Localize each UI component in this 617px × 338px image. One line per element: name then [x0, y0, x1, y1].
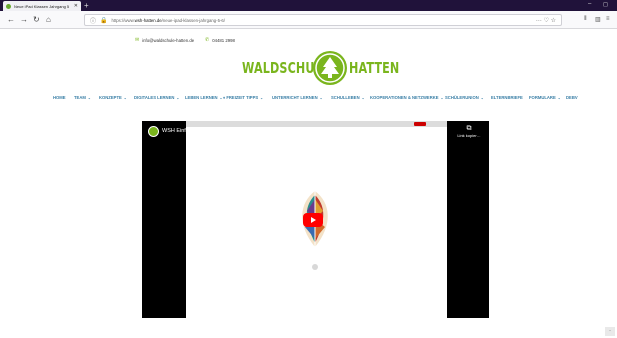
tree-emblem-icon — [313, 51, 347, 85]
email-text: info@waldschule-hatten.de — [142, 37, 195, 43]
menu-item-konzepte[interactable]: KONZEPTE ⌄ — [99, 95, 127, 100]
chevron-down-icon: ⌄ — [360, 96, 365, 100]
chevron-down-icon: ⌄ — [439, 96, 444, 100]
page-actions-icon[interactable]: ··· ♡ ☆ — [536, 17, 556, 24]
channel-avatar[interactable] — [148, 126, 159, 137]
menu-item-debv[interactable]: DEBV — [566, 95, 578, 100]
browser-tab[interactable]: Neue iPad Klassen Jahrgang 5 ✕ — [3, 1, 81, 11]
new-tab-button[interactable]: + — [84, 1, 89, 10]
pin-icon: ♦ — [223, 95, 226, 100]
logo-word-right: HATTEN — [349, 59, 400, 77]
phone-text: 04481 2998 — [212, 37, 235, 43]
phone-icon: ✆ — [205, 37, 210, 43]
tab-title: Neue iPad Klassen Jahrgang 5 — [14, 3, 70, 9]
chevron-down-icon: ⌄ — [175, 96, 180, 100]
contact-phone[interactable]: ✆ 04481 2998 — [205, 37, 235, 43]
scroll-to-top-button[interactable]: ⌃ — [605, 327, 615, 336]
chevron-down-icon: ⌄ — [318, 96, 323, 100]
menu-item-digitales-lernen[interactable]: DIGITALES LERNEN ⌄ — [134, 95, 179, 100]
site-favicon-icon — [6, 3, 11, 9]
reload-button[interactable]: ↻ — [33, 15, 40, 24]
video-thumbnail-header — [186, 121, 447, 127]
copy-link-button[interactable]: ⧉ Link kopier… — [452, 125, 486, 138]
page-info-icon[interactable]: ⓘ — [90, 16, 96, 25]
contact-email[interactable]: ✉ info@waldschule-hatten.de — [135, 37, 194, 43]
menu-item-schuelerunion[interactable]: SCHÜLERUNION ⌄ — [445, 95, 484, 100]
play-button[interactable] — [303, 213, 323, 227]
loading-spinner-icon — [312, 264, 318, 270]
lock-icon[interactable]: 🔒 — [100, 17, 107, 24]
url-text: https://www.wsh-hatten.de/neue-ipad-klas… — [111, 17, 225, 23]
library-icon[interactable]: ⫴ — [584, 16, 587, 23]
chevron-down-icon: ⌄ — [479, 96, 484, 100]
video-title[interactable]: WSH Einführung iPad — [162, 128, 216, 134]
chevron-down-icon: ⌄ — [259, 96, 264, 100]
sidebar-icon[interactable]: ▥ — [595, 16, 601, 23]
maximize-icon[interactable]: ◻ — [603, 1, 608, 8]
browser-toolbar: ← → ↻ ⌂ ⓘ 🔒 https://www.wsh-hatten.de/ne… — [0, 11, 617, 29]
menu-icon[interactable]: ≡ — [606, 16, 610, 22]
chevron-down-icon: ⌄ — [218, 96, 223, 100]
chevron-down-icon: ⌄ — [122, 96, 127, 100]
chevron-down-icon: ⌄ — [86, 96, 91, 100]
menu-item-formulare[interactable]: FORMULARE ⌄ — [529, 95, 561, 100]
address-bar[interactable]: ⓘ 🔒 https://www.wsh-hatten.de/neue-ipad-… — [84, 14, 562, 26]
tab-close-icon[interactable]: ✕ — [74, 3, 78, 9]
menu-item-freizeit-tipps[interactable]: ♦ FREIZEIT TIPPS ⌄ — [223, 95, 263, 100]
copy-link-icon: ⧉ — [466, 125, 472, 132]
forward-button[interactable]: → — [20, 15, 28, 24]
site-logo[interactable]: WALDSCHULE HATTEN — [240, 51, 399, 91]
menu-item-elternbriefe[interactable]: ELTERNBRIEFE — [491, 95, 523, 100]
back-button[interactable]: ← — [7, 15, 15, 24]
menu-item-home[interactable]: HOME — [53, 95, 66, 100]
menu-item-kooperationen[interactable]: KOOPERATIONEN & NETZWERKE ⌄ — [370, 95, 443, 100]
menu-item-team[interactable]: TEAM ⌄ — [74, 95, 91, 100]
copy-link-label: Link kopier… — [457, 133, 481, 138]
menu-item-leben-lernen[interactable]: LEBEN LERNEN ⌄ — [185, 95, 222, 100]
home-button[interactable]: ⌂ — [46, 15, 51, 24]
main-menu: HOME TEAM ⌄ KONZEPTE ⌄ DIGITALES LERNEN … — [0, 95, 617, 103]
menu-item-schulleben[interactable]: SCHULLEBEN ⌄ — [331, 95, 365, 100]
email-icon: ✉ — [135, 37, 140, 43]
minimize-icon[interactable]: – — [588, 1, 591, 7]
youtube-video-embed[interactable]: WSH Einführung iPad ⧉ Link kopier… — [142, 121, 489, 318]
browser-tab-strip: Neue iPad Klassen Jahrgang 5 ✕ + – ◻ — [0, 0, 617, 11]
menu-item-unterricht-lernen[interactable]: UNTERRICHT LERNEN ⌄ — [272, 95, 323, 100]
chevron-down-icon: ⌄ — [556, 96, 561, 100]
